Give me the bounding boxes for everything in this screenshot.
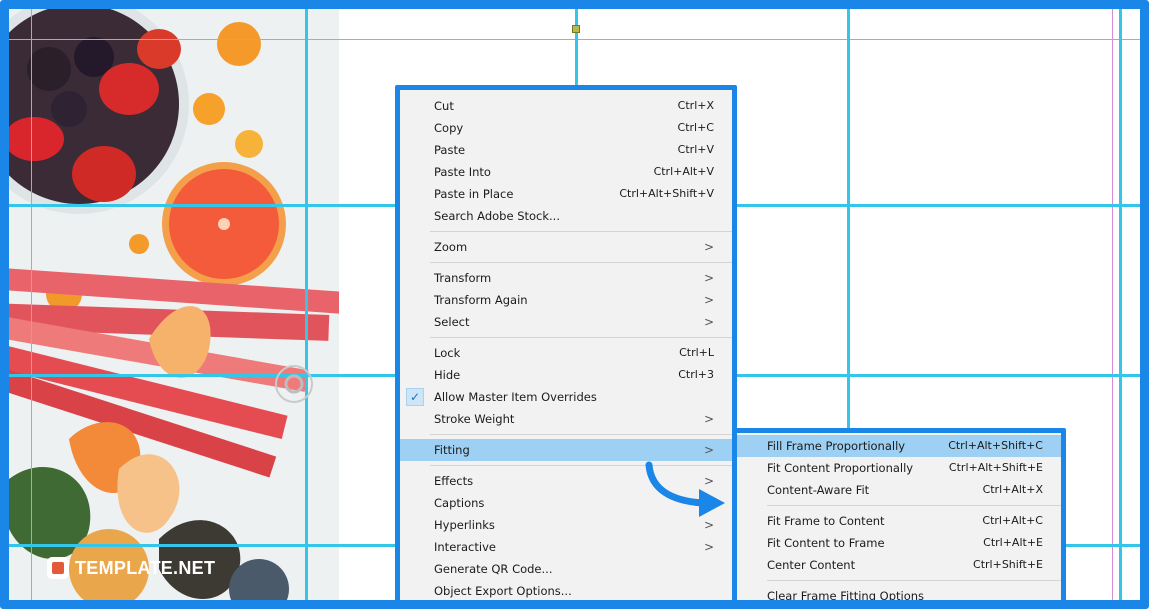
margin-guide-right [1112,9,1113,600]
watermark-text: TEMPLATE.NET [75,557,216,578]
menu-item-shortcut: Ctrl+3 [678,368,714,381]
menu-item-copy[interactable]: Copy Ctrl+C [400,117,732,139]
submenu-item-fit-content-to-frame[interactable]: Fit Content to Frame Ctrl+Alt+E [737,532,1061,554]
menu-item-label: Paste in Place [434,187,514,201]
menu-item-label: Transform [434,271,492,285]
menu-item-generate-qr-code[interactable]: Generate QR Code... [400,558,732,580]
submenu-arrow-icon: > [703,540,714,554]
menu-item-label: Fit Content Proportionally [767,461,914,475]
template-logo-icon [47,557,69,579]
submenu-item-fit-frame-to-content[interactable]: Fit Frame to Content Ctrl+Alt+C [737,510,1061,532]
submenu-arrow-icon: > [703,443,714,457]
menu-item-shortcut: Ctrl+Shift+E [973,558,1043,571]
menu-item-allow-master-item-overrides[interactable]: ✓ Allow Master Item Overrides [400,386,732,408]
menu-item-transform-again[interactable]: Transform Again > [400,289,732,311]
menu-item-shortcut: Ctrl+L [679,346,714,359]
menu-item-label: Lock [434,346,461,360]
menu-item-paste-into[interactable]: Paste Into Ctrl+Alt+V [400,161,732,183]
menu-item-shortcut: Ctrl+Alt+V [653,165,714,178]
submenu-arrow-icon: > [703,293,714,307]
fitting-submenu: Fill Frame Proportionally Ctrl+Alt+Shift+… [732,428,1066,603]
menu-separator [767,580,1061,581]
menu-item-label: Object Export Options... [434,584,572,598]
menu-item-paste-in-place[interactable]: Paste in Place Ctrl+Alt+Shift+V [400,183,732,205]
menu-item-label: Zoom [434,240,468,254]
menu-item-label: Clear Frame Fitting Options [767,589,925,603]
submenu-arrow-icon: > [703,315,714,329]
submenu-item-clear-frame-fitting-options[interactable]: Clear Frame Fitting Options [737,585,1061,603]
menu-separator [430,231,732,232]
menu-item-shortcut: Ctrl+V [677,143,714,156]
menu-item-interactive[interactable]: Interactive > [400,536,732,558]
menu-item-label: Allow Master Item Overrides [434,390,597,404]
menu-item-zoom[interactable]: Zoom > [400,236,732,258]
menu-item-shortcut: Ctrl+Alt+C [982,514,1043,527]
content-grabber-icon[interactable] [271,361,317,407]
menu-item-label: Paste Into [434,165,491,179]
menu-separator [430,262,732,263]
menu-item-label: Generate QR Code... [434,562,553,576]
menu-item-select[interactable]: Select > [400,311,732,333]
screenshot-frame: TEMPLATE.NET Cut Ctrl+X Copy Ctrl+C Paste C… [0,0,1149,609]
placed-image[interactable] [9,9,339,600]
menu-item-label: Paste [434,143,466,157]
menu-item-object-export-options[interactable]: Object Export Options... [400,580,732,600]
menu-item-search-adobe-stock[interactable]: Search Adobe Stock... [400,205,732,227]
submenu-arrow-icon: > [703,271,714,285]
menu-item-label: Fill Frame Proportionally [767,439,906,453]
menu-item-transform[interactable]: Transform > [400,267,732,289]
submenu-arrow-icon: > [703,240,714,254]
menu-item-shortcut: Ctrl+Alt+X [982,483,1043,496]
menu-item-label: Interactive [434,540,496,554]
menu-item-lock[interactable]: Lock Ctrl+L [400,342,732,364]
checkmark-icon: ✓ [406,388,424,406]
submenu-arrow-icon: > [703,412,714,426]
menu-item-stroke-weight[interactable]: Stroke Weight > [400,408,732,430]
menu-separator [430,337,732,338]
menu-item-label: Fit Frame to Content [767,514,885,528]
menu-item-label: Effects [434,474,474,488]
menu-item-label: Center Content [767,558,856,572]
watermark: TEMPLATE.NET [47,557,215,579]
column-guide [1119,9,1122,600]
menu-item-label: Captions [434,496,485,510]
menu-item-paste[interactable]: Paste Ctrl+V [400,139,732,161]
menu-separator [767,505,1061,506]
menu-item-hide[interactable]: Hide Ctrl+3 [400,364,732,386]
menu-item-label: Content-Aware Fit [767,483,870,497]
column-guide [305,9,308,600]
submenu-item-content-aware-fit[interactable]: Content-Aware Fit Ctrl+Alt+X [737,479,1061,501]
context-menu: Cut Ctrl+X Copy Ctrl+C Paste Ctrl+V Paste I… [395,85,737,600]
menu-item-shortcut: Ctrl+Alt+Shift+E [948,461,1043,474]
menu-item-label: Cut [434,99,454,113]
menu-item-shortcut: Ctrl+C [677,121,714,134]
submenu-item-fill-frame-proportionally[interactable]: Fill Frame Proportionally Ctrl+Alt+Shift+… [737,435,1061,457]
menu-item-shortcut: Ctrl+Alt+Shift+C [948,439,1043,452]
menu-item-label: Stroke Weight [434,412,515,426]
menu-item-label: Select [434,315,470,329]
fruit-photo [9,9,339,600]
menu-item-fitting[interactable]: Fitting > [400,439,732,461]
menu-item-cut[interactable]: Cut Ctrl+X [400,95,732,117]
menu-item-label: Transform Again [434,293,528,307]
menu-item-label: Hide [434,368,461,382]
margin-guide-left [31,9,32,600]
menu-item-shortcut: Ctrl+Alt+E [983,536,1043,549]
submenu-item-fit-content-proportionally[interactable]: Fit Content Proportionally Ctrl+Alt+Shift… [737,457,1061,479]
menu-item-shortcut: Ctrl+X [677,99,714,112]
menu-item-label: Fit Content to Frame [767,536,885,550]
menu-item-label: Copy [434,121,464,135]
submenu-item-center-content[interactable]: Center Content Ctrl+Shift+E [737,554,1061,576]
menu-item-label: Search Adobe Stock... [434,209,560,223]
frame-handle[interactable] [572,25,580,33]
menu-item-label: Fitting [434,443,470,457]
menu-item-shortcut: Ctrl+Alt+Shift+V [619,187,714,200]
menu-item-label: Hyperlinks [434,518,495,532]
curved-arrow-icon [645,461,725,517]
menu-separator [430,434,732,435]
